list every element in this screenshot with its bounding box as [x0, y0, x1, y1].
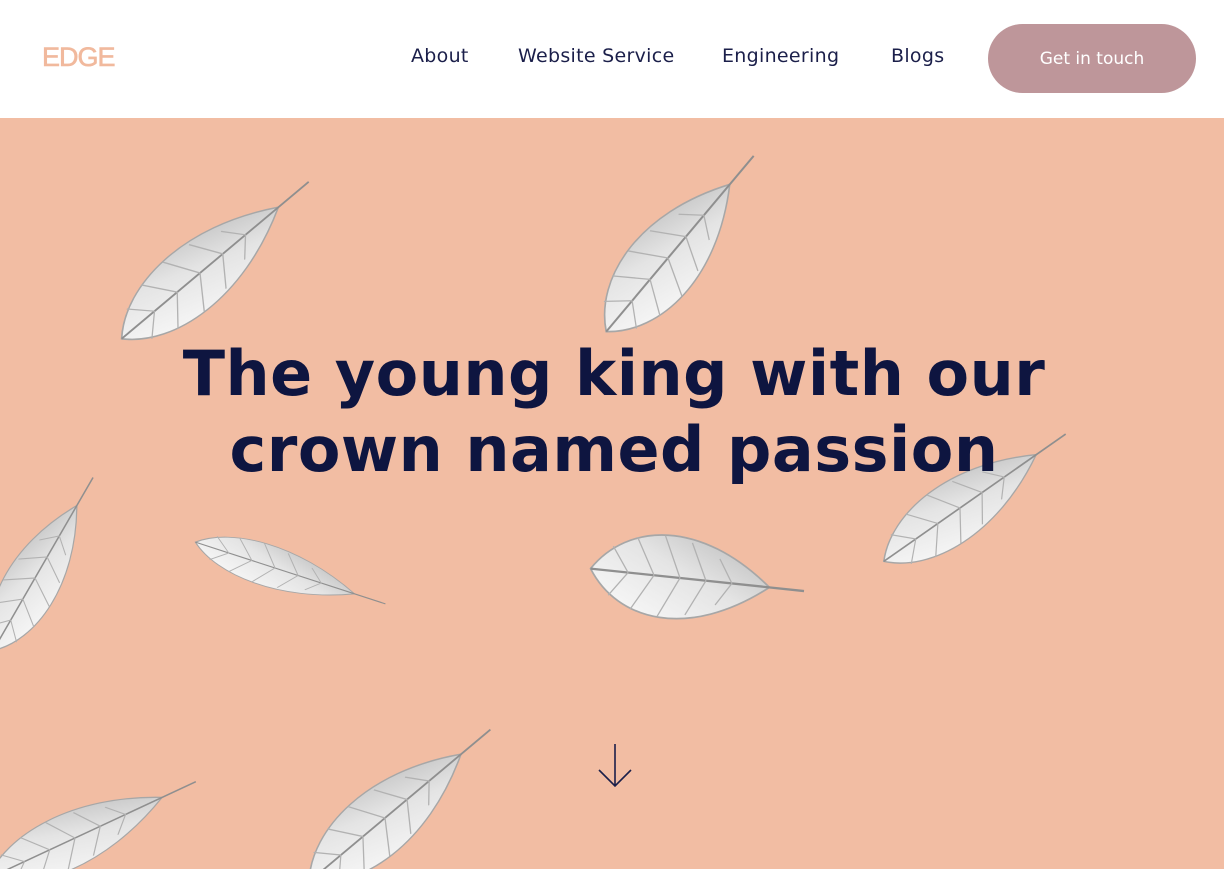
hero-headline: The young king with our crown named pass… [0, 336, 1224, 488]
hero-headline-line-2: crown named passion [229, 413, 999, 486]
hero-headline-line-1: The young king with our [182, 337, 1046, 410]
hero-section: The young king with our crown named pass… [0, 118, 1224, 869]
nav-link-blogs[interactable]: Blogs [891, 45, 944, 67]
nav-link-engineering[interactable]: Engineering [722, 45, 839, 67]
site-header: EDGE About Website Service Engineering B… [0, 0, 1224, 118]
arrow-down-icon[interactable] [597, 742, 633, 790]
nav-link-website-service[interactable]: Website Service [518, 45, 675, 67]
nav-link-about[interactable]: About [411, 45, 469, 67]
brand-logo[interactable]: EDGE [42, 42, 116, 73]
get-in-touch-button[interactable]: Get in touch [988, 24, 1196, 93]
